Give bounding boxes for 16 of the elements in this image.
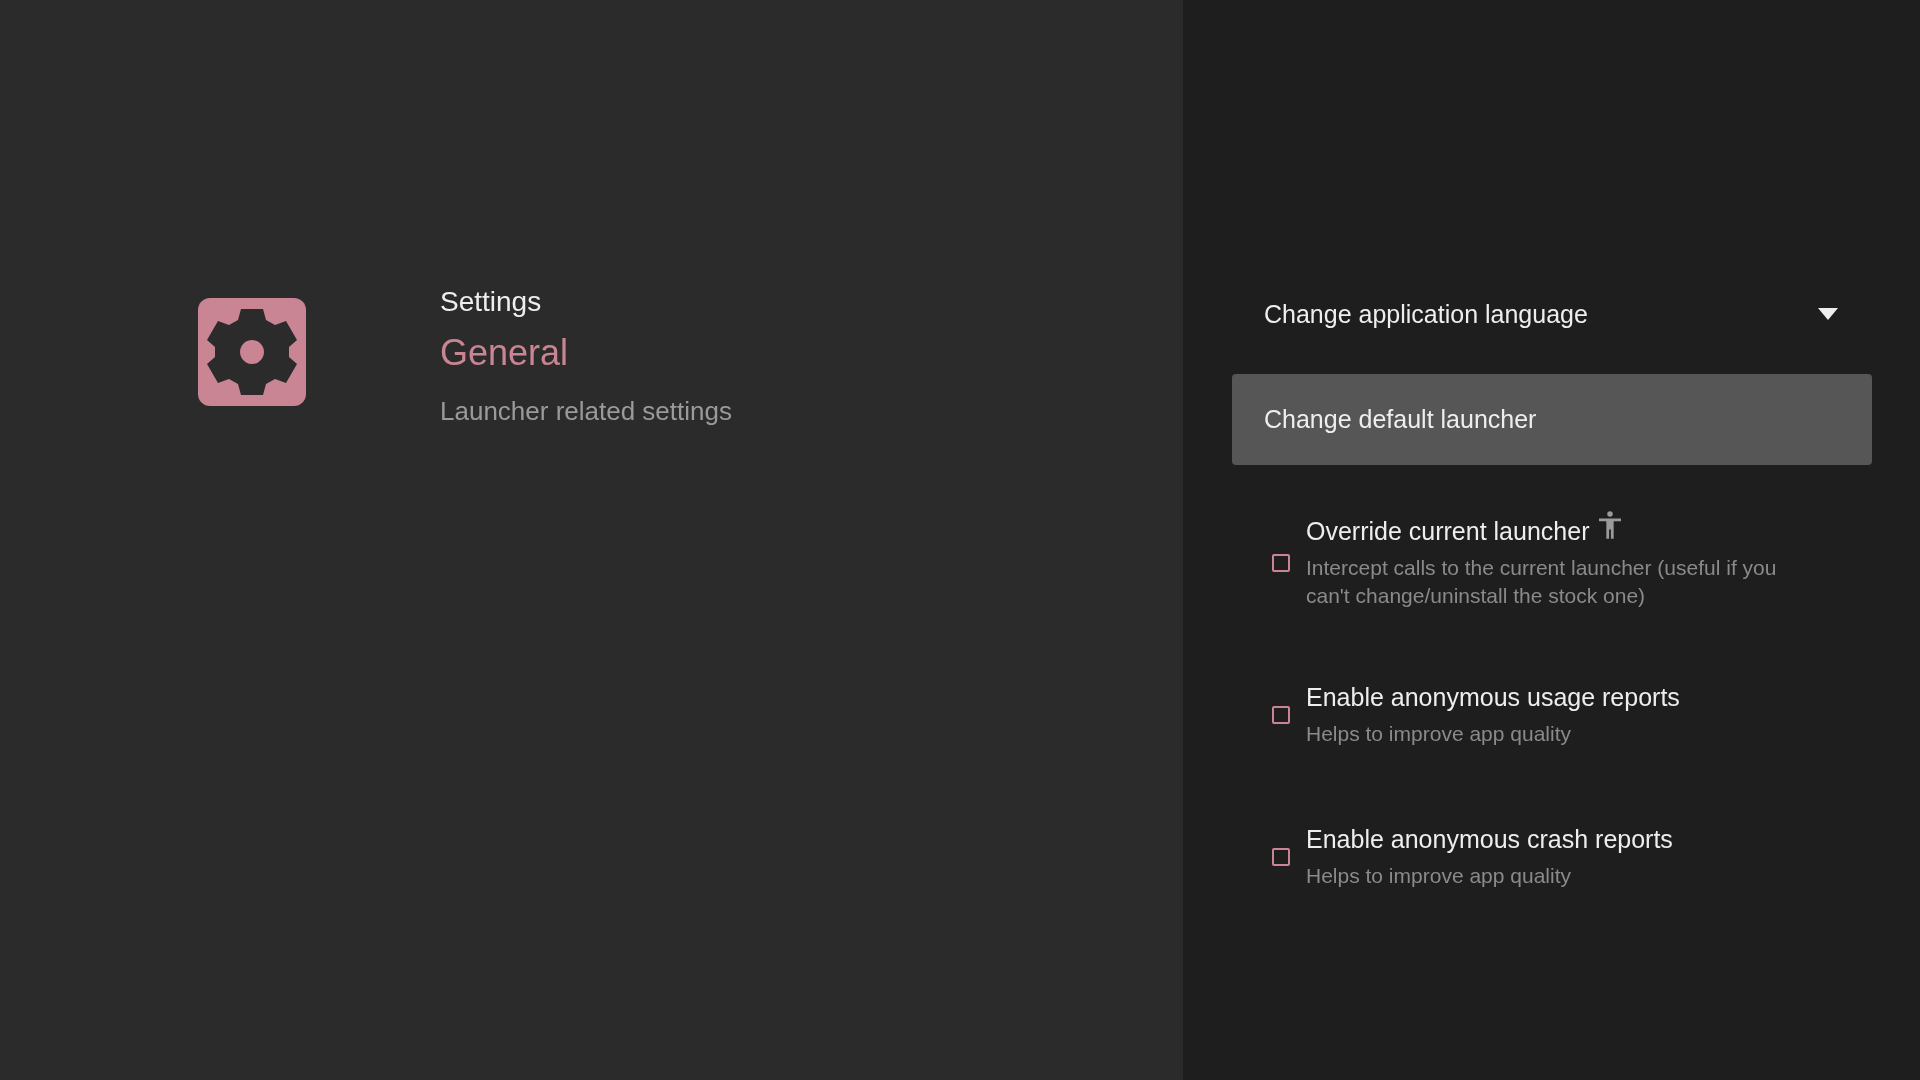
gear-icon xyxy=(198,297,306,406)
option-label: Override current launcher xyxy=(1306,516,1590,546)
option-label: Enable anonymous usage reports xyxy=(1306,682,1680,712)
checkbox[interactable] xyxy=(1272,848,1290,866)
section-title: General xyxy=(440,332,570,374)
caret-icon xyxy=(1818,308,1838,320)
checkbox[interactable] xyxy=(1272,554,1290,572)
settings-title: Settings xyxy=(440,286,543,318)
default-launcher-button[interactable]: Change default launcher xyxy=(1232,374,1872,465)
section-description: Launcher related settings xyxy=(440,396,732,427)
option-description: Helps to improve app quality xyxy=(1306,720,1572,747)
checkbox[interactable] xyxy=(1272,706,1290,724)
option-description: Intercept calls to the current launcher (useful if you can't change/uninstall the stock one) xyxy=(1306,554,1778,609)
option-description: Helps to improve app quality xyxy=(1306,862,1572,889)
language-dropdown[interactable]: Change application language xyxy=(1232,285,1872,343)
option-label: Enable anonymous crash reports xyxy=(1306,824,1673,854)
